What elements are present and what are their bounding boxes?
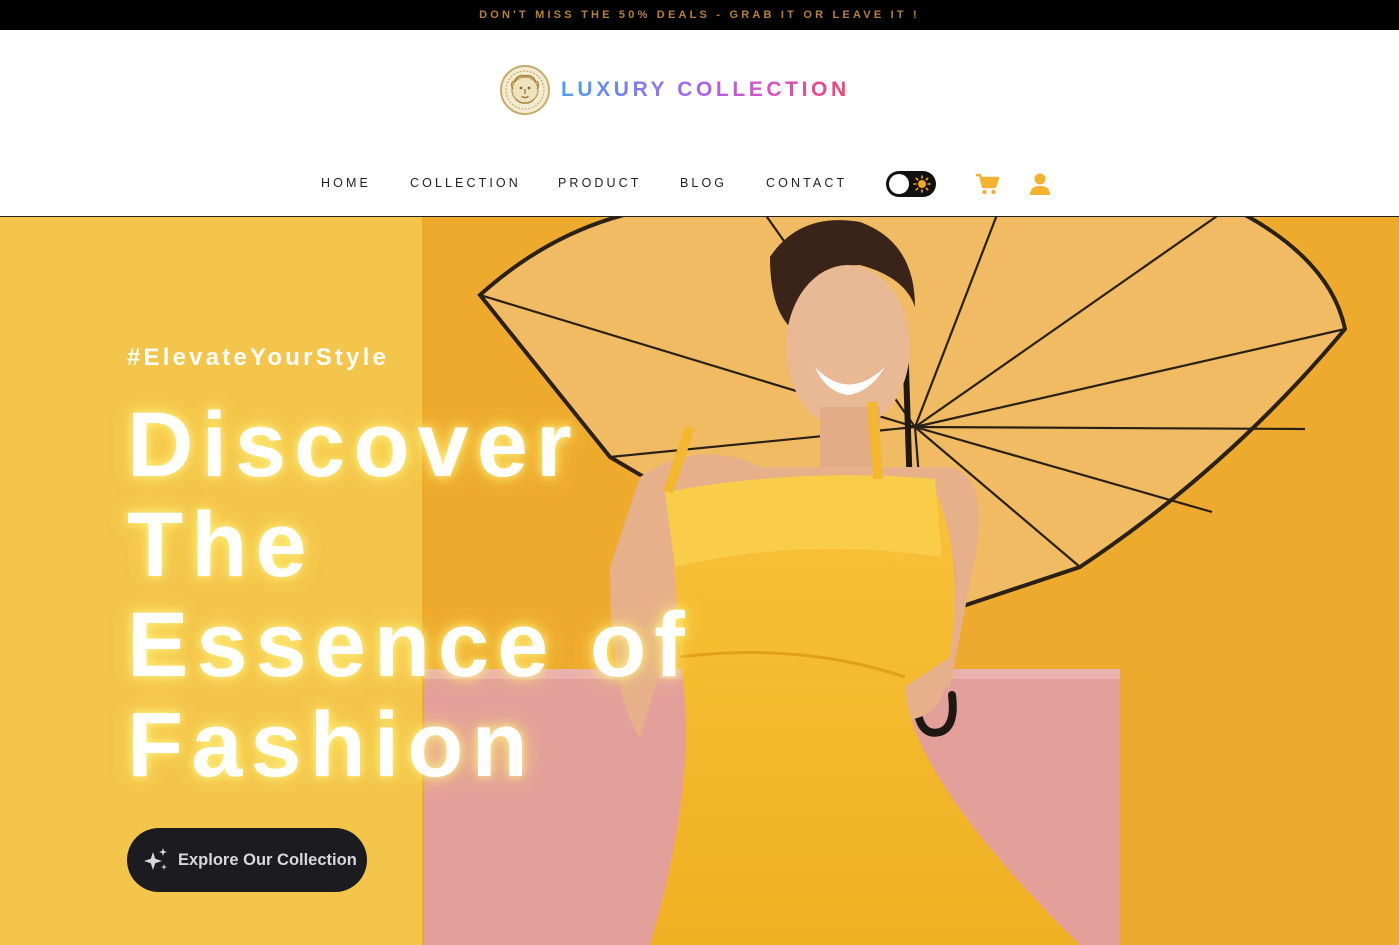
hero-section: #ElevateYourStyle Discover The Essence o… bbox=[0, 217, 1399, 945]
cart-icon[interactable] bbox=[975, 172, 1000, 196]
explore-collection-label: Explore Our Collection bbox=[178, 850, 357, 869]
sparkles-icon bbox=[144, 848, 167, 870]
hero-title-line: Discover bbox=[127, 394, 580, 496]
toggle-knob bbox=[889, 174, 909, 194]
nav-item-collection[interactable]: COLLECTION bbox=[410, 176, 521, 190]
hero-hashtag: #ElevateYourStyle bbox=[127, 344, 390, 371]
hero-title-line: The bbox=[127, 494, 315, 596]
promo-bar: DON'T MISS THE 50% DEALS - GRAB IT OR LE… bbox=[0, 0, 1399, 30]
sun-icon bbox=[913, 175, 931, 193]
explore-collection-button[interactable]: Explore Our Collection bbox=[127, 828, 367, 892]
medusa-emblem-icon bbox=[500, 65, 550, 115]
user-icon[interactable] bbox=[1029, 172, 1051, 196]
nav-item-product[interactable]: PRODUCT bbox=[558, 176, 642, 190]
hero-title-line: Fashion bbox=[127, 694, 536, 796]
nav-item-blog[interactable]: BLOG bbox=[680, 176, 727, 190]
site-header: LUXURY COLLECTION HOME COLLECTION PRODUC… bbox=[0, 30, 1399, 217]
hero-title: Discover The Essence of Fashion bbox=[127, 395, 847, 795]
brand[interactable]: LUXURY COLLECTION bbox=[500, 65, 850, 115]
hero-title-line: Essence of bbox=[127, 594, 693, 696]
main-nav: HOME COLLECTION PRODUCT BLOG CONTACT bbox=[0, 170, 1399, 198]
nav-item-contact[interactable]: CONTACT bbox=[766, 176, 847, 190]
nav-item-home[interactable]: HOME bbox=[321, 176, 371, 190]
theme-toggle[interactable] bbox=[886, 171, 936, 197]
brand-name: LUXURY COLLECTION bbox=[561, 78, 850, 101]
promo-text: DON'T MISS THE 50% DEALS - GRAB IT OR LE… bbox=[479, 9, 920, 21]
